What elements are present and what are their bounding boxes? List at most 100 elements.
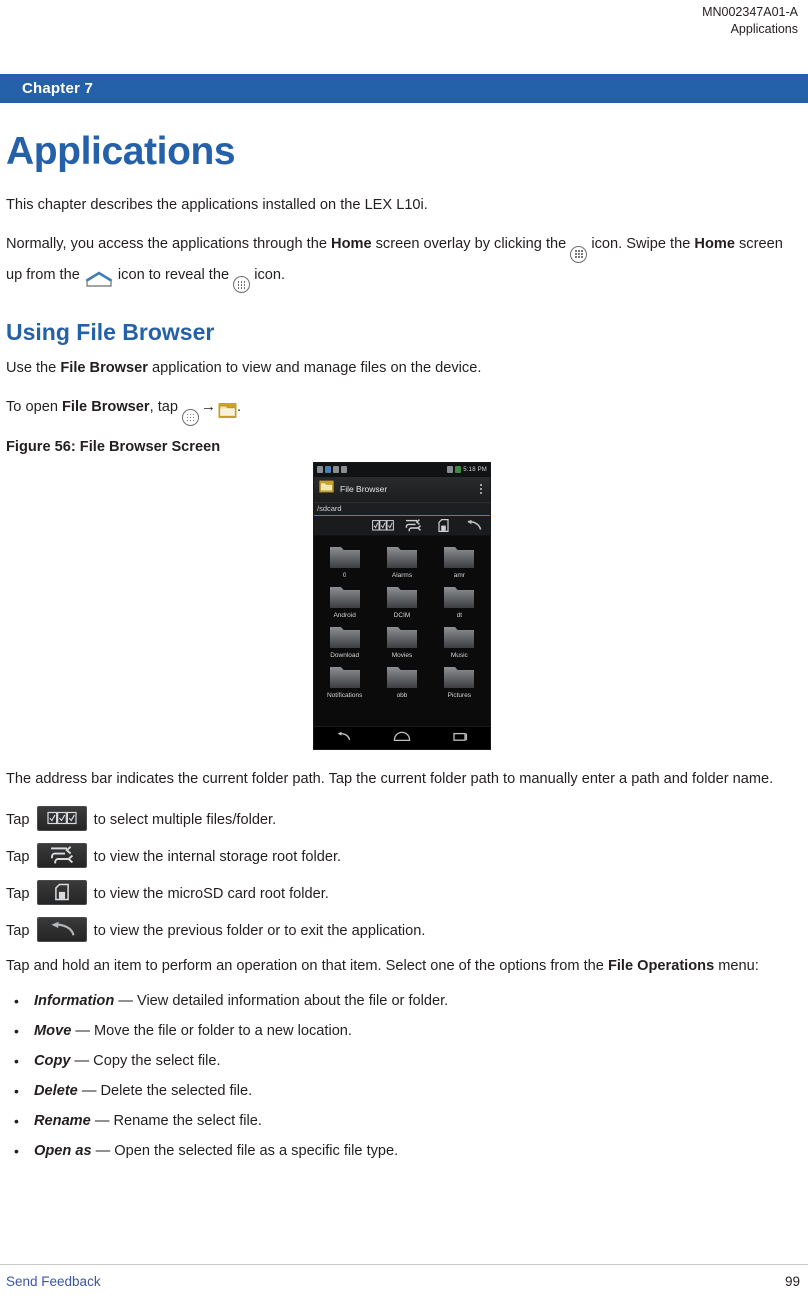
tap-line-back: Tap to view the previous folder or to ex…: [6, 916, 798, 943]
tap-suffix: to view the internal storage root folder…: [89, 848, 342, 865]
file-ops-lead-text-2: menu:: [714, 957, 759, 974]
file-browser-bold-2: File Browser: [62, 399, 150, 416]
arrow-right-icon: →: [201, 398, 217, 416]
file-browser-bold-1: File Browser: [60, 360, 148, 377]
folder-item[interactable]: Alarms: [373, 541, 430, 579]
folder-label: Notifications: [326, 691, 363, 699]
access-text-1: Normally, you access the applications th…: [6, 236, 332, 252]
status-bar-system-icons: 5:18 PM: [447, 466, 487, 474]
folder-label: dt: [456, 611, 463, 619]
back-icon[interactable]: [335, 729, 351, 747]
folder-item[interactable]: Pictures: [431, 661, 488, 699]
folder-item[interactable]: Notifications: [316, 661, 373, 699]
folder-item[interactable]: Movies: [373, 621, 430, 659]
tap-suffix: to view the previous folder or to exit t…: [89, 922, 426, 939]
notification-icon: [341, 466, 347, 474]
home-bold-1: Home: [331, 236, 372, 252]
chapter-intro-paragraph: This chapter describes the applications …: [6, 193, 798, 217]
tap-line-internal-storage: Tap to view the internal storage root fo…: [6, 842, 798, 869]
address-bar[interactable]: /sdcard: [314, 502, 490, 516]
page-content: Applications This chapter describes the …: [0, 103, 808, 1169]
list-item: Rename — Rename the select file.: [6, 1109, 798, 1133]
list-item-term: Information: [34, 992, 115, 1009]
file-browser-toolbar: [314, 515, 490, 536]
page-footer: Send Feedback 99: [0, 1264, 808, 1298]
file-browser-use-paragraph: Use the File Browser application to view…: [6, 356, 798, 380]
list-item: Copy — Copy the select file.: [6, 1049, 798, 1073]
file-ops-lead-text-1: Tap and hold an item to perform an opera…: [6, 957, 608, 974]
use-text-1: Use the: [6, 360, 61, 377]
tap-prefix: Tap: [6, 885, 34, 902]
folder-item[interactable]: Download: [316, 621, 373, 659]
folder-item[interactable]: amr: [431, 541, 488, 579]
microsd-card-icon[interactable]: [428, 516, 458, 534]
access-text-2: screen overlay by clicking the: [371, 236, 571, 252]
access-text-5: icon to reveal the: [113, 266, 234, 283]
android-navigation-bar: [314, 725, 490, 749]
list-item-desc: — Delete the selected file.: [77, 1082, 253, 1099]
folder-item[interactable]: obb: [373, 661, 430, 699]
android-status-bar: 5:18 PM: [314, 462, 490, 477]
list-item-term: Open as: [34, 1142, 92, 1159]
list-item-term: Delete: [34, 1082, 78, 1099]
internal-storage-icon[interactable]: [398, 516, 428, 534]
list-item-term: Copy: [34, 1052, 71, 1069]
use-text-2: application to view and manage files on …: [147, 360, 482, 377]
address-bar-note: The address bar indicates the current fo…: [6, 767, 798, 791]
list-item-desc: — Move the file or folder to a new locat…: [71, 1022, 352, 1039]
doc-number: MN002347A01-A: [702, 5, 798, 19]
status-bar-clock: 5:18 PM: [463, 466, 487, 473]
back-arrow-icon: [36, 916, 87, 942]
home-icon: [84, 267, 114, 291]
battery-icon: [455, 466, 462, 474]
folder-label: DCIM: [393, 611, 411, 619]
folder-label: obb: [396, 691, 408, 699]
home-bold-2: Home: [694, 236, 735, 252]
file-operations-bold: File Operations: [607, 957, 715, 974]
multi-select-icon: [36, 805, 87, 831]
chapter-intro-text: This chapter describes the applications …: [6, 197, 428, 213]
file-browser-app-icon: [319, 480, 340, 498]
tap-prefix: Tap: [6, 922, 34, 939]
notification-icon: [325, 466, 331, 474]
open-text-1: To open: [6, 399, 62, 416]
list-item: Open as — Open the selected file as a sp…: [6, 1139, 798, 1163]
list-item-desc: — Open the selected file as a specific f…: [91, 1142, 399, 1159]
back-arrow-icon[interactable]: [458, 516, 488, 534]
microsd-card-icon: [36, 879, 87, 905]
folder-item[interactable]: DCIM: [373, 581, 430, 619]
folder-item[interactable]: 0: [316, 541, 373, 579]
page-running-header: MN002347A01-A Applications: [0, 0, 808, 37]
folder-item[interactable]: dt: [431, 581, 488, 619]
list-item: Information — View detailed information …: [6, 989, 798, 1013]
access-text-3: icon. Swipe the: [587, 236, 695, 252]
folder-label: Download: [330, 651, 360, 659]
overflow-menu-icon[interactable]: [476, 484, 485, 495]
page-title: Applications: [6, 130, 236, 173]
list-item-desc: — Rename the select file.: [90, 1112, 262, 1129]
list-item-term: Rename: [34, 1112, 91, 1129]
home-icon[interactable]: [393, 729, 411, 747]
folder-item[interactable]: Music: [431, 621, 488, 659]
open-text-2: , tap: [149, 399, 183, 416]
tap-line-microsd: Tap to view the microSD card root folder…: [6, 879, 798, 906]
chapter-band-label: Chapter 7: [22, 80, 93, 97]
folder-label: Pictures: [447, 691, 472, 699]
folder-label: amr: [453, 571, 465, 579]
folder-app-icon: [218, 399, 237, 423]
tap-suffix: to view the microSD card root folder.: [89, 885, 329, 902]
folder-label: Alarms: [391, 571, 413, 579]
recents-icon[interactable]: [453, 729, 469, 747]
list-item-desc: — Copy the select file.: [70, 1052, 221, 1069]
multi-select-icon[interactable]: [368, 516, 398, 534]
apps-grid-icon: [570, 245, 588, 263]
address-bar-path: /sdcard: [317, 504, 342, 514]
internal-storage-icon: [36, 842, 87, 868]
page-number: 99: [784, 1274, 800, 1289]
send-feedback-link[interactable]: Send Feedback: [6, 1274, 101, 1289]
status-bar-notification-icons: [317, 466, 347, 474]
list-item-desc: — View detailed information about the fi…: [114, 992, 449, 1009]
apps-access-paragraph: Normally, you access the applications th…: [6, 232, 798, 294]
folder-item[interactable]: Android: [316, 581, 373, 619]
running-head-title: Applications: [730, 21, 798, 36]
